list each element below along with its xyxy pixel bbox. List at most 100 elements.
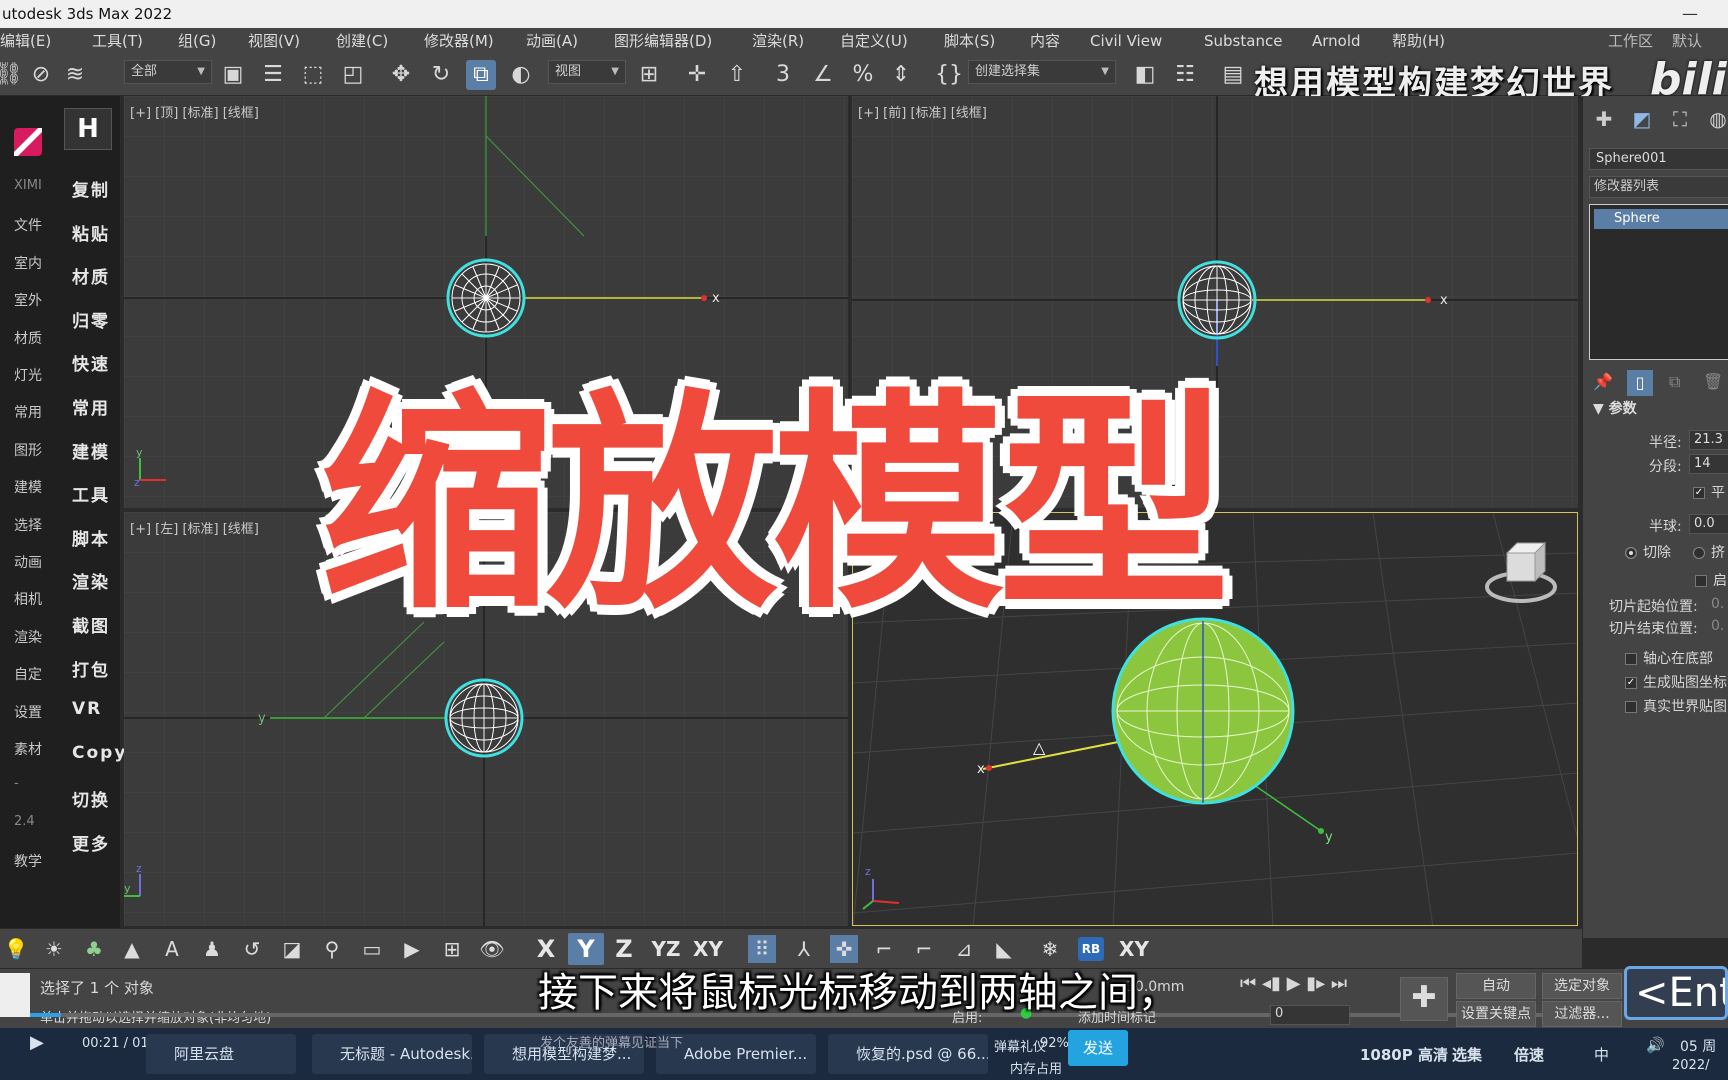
select-manipulate-icon[interactable]: ✛	[682, 60, 712, 90]
sidebar-tool-button[interactable]: 归零	[72, 307, 110, 332]
pin-stack-icon[interactable]: 📌	[1593, 372, 1613, 391]
viewport-front-label[interactable]: [+] [前] [标准] [线框]	[858, 102, 987, 121]
frame-input[interactable]: 0	[1270, 1005, 1350, 1025]
gen-mapping-checkbox[interactable]: ✓ 生成贴图坐标	[1625, 672, 1727, 692]
sidebar-category-item[interactable]: 2.4	[14, 814, 35, 829]
sidebar-tool-button[interactable]: 脚本	[72, 525, 110, 550]
sidebar-category-item[interactable]: 文件	[14, 215, 42, 235]
maxscript-listener-thumb[interactable]	[0, 973, 30, 1017]
modify-tab-icon[interactable]: ◩	[1629, 106, 1655, 132]
sidebar-tool-button[interactable]: 常用	[72, 394, 110, 419]
menu-item[interactable]: 编辑(E)	[0, 28, 51, 54]
make-unique-icon[interactable]: ⧉	[1669, 372, 1680, 392]
radius-input[interactable]: 21.3	[1689, 430, 1728, 450]
sidebar-category-item[interactable]: 动画	[14, 552, 42, 572]
menu-item[interactable]: 视图(V)	[248, 28, 300, 54]
set-key-button[interactable]: 设置关键点	[1456, 1001, 1536, 1027]
sidebar-tool-button[interactable]: 渲染	[72, 568, 110, 593]
select-object-icon[interactable]: ▣	[218, 60, 248, 90]
sidebar-category-item[interactable]: 图形	[14, 440, 42, 460]
segments-input[interactable]: 14	[1689, 454, 1728, 474]
grid-icon[interactable]: ⊞	[438, 935, 466, 963]
snap-face-icon[interactable]: ⌐	[910, 935, 938, 963]
snap-pivot-icon[interactable]: ✜	[830, 935, 858, 963]
menu-item[interactable]: Arnold	[1312, 28, 1361, 54]
sidebar-tool-button[interactable]: 复制	[72, 176, 110, 201]
squash-radio[interactable]: 挤	[1693, 542, 1725, 562]
rb-button[interactable]: RB	[1078, 937, 1104, 961]
modifier-stack-item[interactable]: Sphere	[1594, 209, 1728, 229]
hemisphere-input[interactable]: 0.0	[1689, 514, 1728, 534]
menu-item[interactable]: 修改器(M)	[424, 28, 494, 54]
sidebar-tool-button[interactable]: Copy	[72, 743, 127, 763]
snaps-toggle-icon[interactable]: 3	[768, 60, 798, 90]
named-selection-dropdown[interactable]: 创建选择集 ▼	[968, 60, 1116, 84]
percent-snap-icon[interactable]: %	[848, 60, 878, 90]
sidebar-category-item[interactable]: XIMI	[14, 178, 42, 193]
unlink-icon[interactable]: ⊘	[26, 60, 56, 90]
sidebar-category-item[interactable]: 自定	[14, 664, 42, 684]
snap-vertex-icon[interactable]: ⅄	[790, 935, 818, 963]
minimize-icon[interactable]: —	[1682, 0, 1698, 28]
sidebar-category-item[interactable]: 建模	[14, 477, 42, 497]
sidebar-category-item[interactable]: 灯光	[14, 365, 42, 385]
taskbar-item[interactable]: 无标题 - Autodesk...	[312, 1034, 472, 1074]
sidebar-tool-button[interactable]: 粘贴	[72, 220, 110, 245]
go-end-icon[interactable]: ⏭	[1331, 973, 1347, 994]
sidebar-tool-button[interactable]: 更多	[72, 830, 110, 855]
sidebar-tool-button[interactable]: 工具	[72, 481, 110, 506]
rect-selection-icon[interactable]: ⬚	[298, 60, 328, 90]
snap-perp-icon[interactable]: ⊿	[950, 935, 978, 963]
prev-frame-icon[interactable]: ◂▮	[1262, 973, 1281, 994]
quality-selector[interactable]: 1080P 高清	[1360, 1044, 1448, 1065]
pivot-center-icon[interactable]: ⊞	[634, 60, 664, 90]
menu-item[interactable]: 创建(C)	[336, 28, 388, 54]
sidebar-tool-button[interactable]: 建模	[72, 438, 110, 463]
create-tab-icon[interactable]: ✚	[1591, 106, 1617, 132]
viewport-top-label[interactable]: [+] [顶] [标准] [线框]	[130, 102, 259, 121]
h-logo-icon[interactable]: H	[64, 108, 112, 150]
speed-selector[interactable]: 倍速	[1514, 1044, 1544, 1065]
object-name-field[interactable]: Sphere001	[1589, 148, 1728, 170]
rotate-icon[interactable]: ↻	[426, 60, 456, 90]
menu-item[interactable]: 内容	[1030, 28, 1060, 54]
render-frame-icon[interactable]: ▶	[398, 935, 426, 963]
menu-item[interactable]: 图形编辑器(D)	[614, 28, 712, 54]
text-icon[interactable]: A	[158, 935, 186, 963]
sidebar-tool-button[interactable]: VR	[72, 699, 102, 719]
menu-item[interactable]: 动画(A)	[526, 28, 578, 54]
named-selection-icon[interactable]: {}	[934, 60, 964, 90]
workspace-label[interactable]: 工作区	[1608, 28, 1653, 54]
volume-icon[interactable]: 🔊	[1646, 1036, 1665, 1054]
sidebar-category-item[interactable]: 素材	[14, 739, 42, 759]
light-bulb-icon[interactable]: 💡	[2, 935, 30, 963]
sidebar-category-item[interactable]: -	[14, 776, 19, 791]
link-icon[interactable]: ⛓	[0, 60, 24, 90]
keyboard-shortcut-icon[interactable]: ⇧	[722, 60, 752, 90]
danmaku-hint[interactable]: 发个友善的弹幕见证当下	[540, 1032, 683, 1051]
hierarchy-tab-icon[interactable]: ⛶	[1667, 106, 1693, 132]
workspace-default[interactable]: 默认	[1672, 28, 1702, 54]
go-start-icon[interactable]: ⏮	[1240, 973, 1256, 994]
slice-from-input[interactable]: 0.	[1711, 596, 1724, 612]
menu-item[interactable]: 脚本(S)	[944, 28, 995, 54]
lamp-icon[interactable]: ⚲	[318, 935, 346, 963]
smooth-checkbox[interactable]: ✓ 平	[1693, 482, 1725, 502]
auto-key-button[interactable]: 自动	[1456, 973, 1536, 999]
menu-item[interactable]: Substance	[1204, 28, 1282, 54]
chop-radio[interactable]: 切除	[1625, 542, 1671, 562]
menu-item[interactable]: 渲染(R)	[752, 28, 804, 54]
snap-edge-icon[interactable]: ⌐	[870, 935, 898, 963]
spinner-snap-icon[interactable]: ⇕	[886, 60, 916, 90]
sidebar-tool-button[interactable]: 切换	[72, 786, 110, 811]
move-icon[interactable]: ✥	[386, 60, 416, 90]
tree-icon[interactable]: ♣	[80, 935, 108, 963]
angle-snap-icon[interactable]: ∠	[808, 60, 838, 90]
sidebar-category-item[interactable]: 教学	[14, 851, 42, 871]
sidebar-tool-button[interactable]: 材质	[72, 263, 110, 288]
select-by-name-icon[interactable]: ☰	[258, 60, 288, 90]
gizmo-plane-handle[interactable]: △	[1033, 738, 1046, 757]
base-to-pivot-checkbox[interactable]: 轴心在底部	[1625, 648, 1713, 668]
remove-modifier-icon[interactable]: 🗑	[1703, 372, 1723, 391]
viewcube-icon[interactable]	[1485, 541, 1557, 603]
